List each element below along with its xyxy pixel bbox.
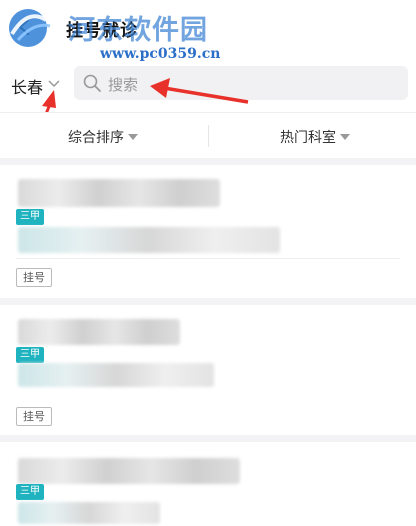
- watermark-logo-icon: [9, 9, 51, 47]
- filter-bar: 综合排序 热门科室: [0, 112, 416, 158]
- city-selector[interactable]: 长春: [11, 74, 43, 98]
- hospital-card[interactable]: 三甲 挂号: [0, 305, 416, 435]
- hospital-card[interactable]: 三甲 挂号: [0, 165, 416, 298]
- card-divider: [16, 258, 400, 259]
- register-button[interactable]: 挂号: [16, 407, 52, 426]
- watermark-text: 河东软件园: [68, 15, 208, 46]
- sort-filter-label: 综合排序: [68, 130, 124, 146]
- hospital-card[interactable]: 三甲: [0, 442, 416, 526]
- filter-divider: [208, 125, 209, 147]
- section-separator: [0, 435, 416, 442]
- arrow-to-city-head: [42, 90, 56, 108]
- blurred-hospital-name: [18, 179, 220, 207]
- blurred-hospital-info: [18, 363, 214, 387]
- header-bar: 挂号就诊 河东软件园 www.pc0359.cn: [0, 0, 416, 62]
- section-separator: [0, 298, 416, 305]
- blurred-hospital-info: [18, 502, 160, 524]
- grade-badge: 三甲: [16, 484, 44, 500]
- triangle-down-icon: [340, 134, 350, 140]
- blurred-hospital-info: [18, 227, 280, 253]
- department-filter-label: 热门科室: [280, 130, 336, 146]
- blurred-hospital-name: [18, 319, 180, 345]
- triangle-down-icon: [128, 134, 138, 140]
- grade-badge: 三甲: [16, 347, 44, 363]
- search-icon: [83, 74, 101, 92]
- search-input[interactable]: 搜索: [74, 66, 408, 100]
- sort-filter[interactable]: 综合排序: [68, 127, 138, 147]
- section-separator: [0, 158, 416, 165]
- search-placeholder: 搜索: [108, 76, 139, 94]
- register-button[interactable]: 挂号: [16, 268, 52, 287]
- watermark-url: www.pc0359.cn: [100, 46, 221, 62]
- chevron-down-icon[interactable]: [48, 80, 60, 88]
- blurred-hospital-name: [18, 458, 240, 484]
- grade-badge: 三甲: [16, 209, 44, 225]
- department-filter[interactable]: 热门科室: [280, 127, 350, 147]
